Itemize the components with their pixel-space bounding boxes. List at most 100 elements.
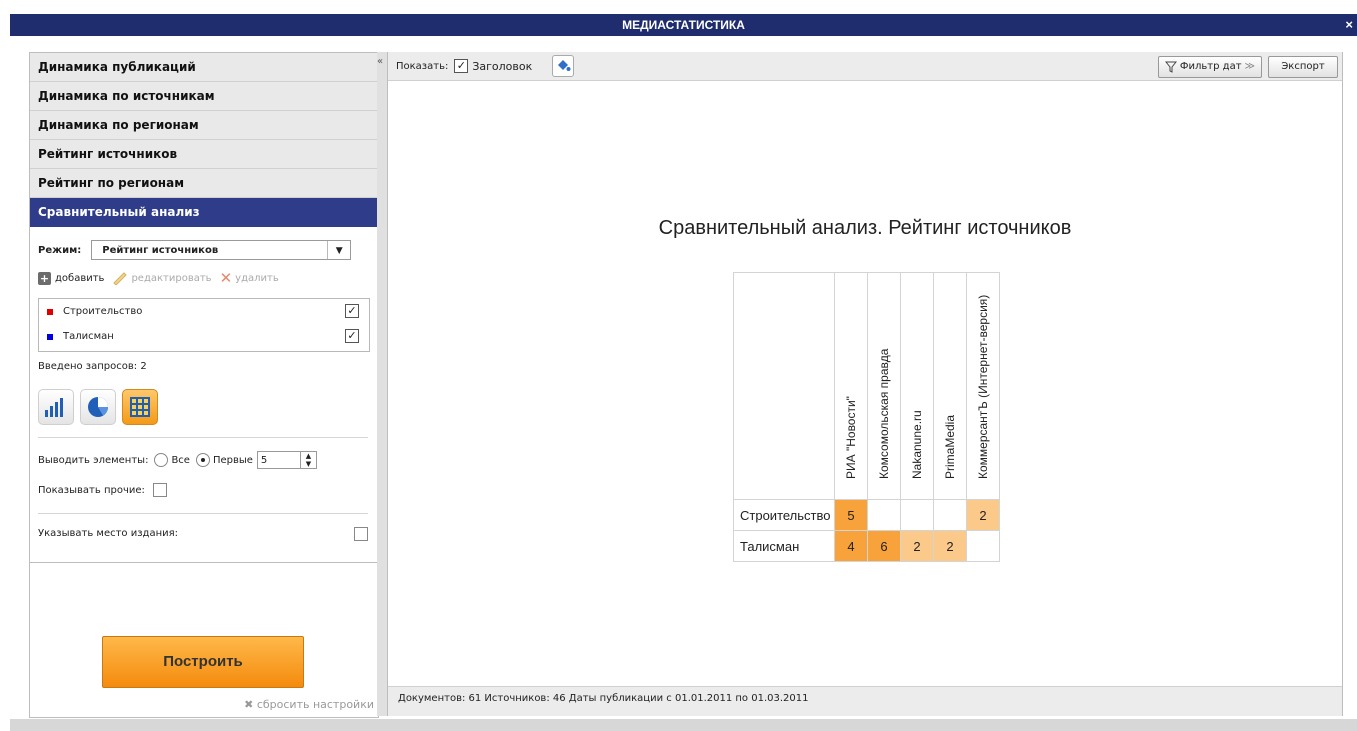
export-button[interactable]: Экспорт bbox=[1268, 56, 1338, 78]
row-header: Строительство bbox=[733, 499, 835, 531]
divider bbox=[38, 437, 368, 438]
show-place-row: Указывать место издания: bbox=[38, 526, 368, 541]
paint-bucket-button[interactable] bbox=[552, 55, 575, 77]
chart-title: Сравнительный анализ. Рейтинг источников bbox=[658, 217, 1072, 239]
chevron-down-icon: ≫ bbox=[1244, 61, 1255, 72]
report-nav: Динамика публикаций Динамика по источника… bbox=[30, 53, 378, 227]
table-row: Строительство 5 2 bbox=[733, 499, 1000, 531]
nav-item[interactable]: Динамика по регионам bbox=[30, 111, 378, 140]
show-place-label: Указывать место издания: bbox=[38, 528, 178, 539]
show-label: Показать: bbox=[396, 60, 449, 72]
column-header: КоммерсантЪ (Интернет-версия) bbox=[966, 272, 1000, 500]
window-titlebar: МЕДИАСТАТИСТИКА × bbox=[10, 14, 1357, 36]
table-cell: 6 bbox=[867, 530, 901, 562]
show-other-checkbox[interactable] bbox=[152, 483, 167, 497]
pencil-icon bbox=[113, 272, 128, 285]
mode-row: Режим: Рейтинг источников ▼ bbox=[38, 239, 352, 261]
table-cell: 2 bbox=[966, 499, 1000, 531]
table-cell: 2 bbox=[900, 530, 934, 562]
query-checkbox[interactable]: ✓ bbox=[345, 304, 359, 318]
window-bottom-bar bbox=[10, 719, 1357, 731]
query-name: Талисман bbox=[63, 331, 114, 342]
color-square-icon bbox=[47, 308, 53, 315]
edit-query-button[interactable]: редактировать bbox=[112, 271, 212, 285]
plus-icon: + bbox=[38, 271, 51, 285]
nav-item[interactable]: Рейтинг источников bbox=[30, 140, 378, 169]
column-header-label: Комсомольская правда bbox=[877, 348, 891, 479]
first-count-input[interactable]: 5 bbox=[256, 451, 301, 469]
edit-label: редактировать bbox=[131, 272, 212, 284]
column-header-label: PrimaMedia bbox=[943, 414, 957, 479]
table-view-button[interactable] bbox=[122, 389, 158, 425]
date-filter-button[interactable]: Фильтр дат ≫ bbox=[1157, 56, 1262, 78]
filter-icon bbox=[1164, 61, 1177, 73]
table-cell bbox=[933, 499, 967, 531]
mode-label: Режим: bbox=[38, 244, 82, 256]
table-cell: 4 bbox=[834, 530, 868, 562]
double-chevron-left-icon[interactable]: « bbox=[377, 56, 383, 67]
query-checkbox[interactable]: ✓ bbox=[345, 329, 359, 343]
column-header: Комсомольская правда bbox=[867, 272, 901, 500]
elements-row: Выводить элементы: Все Первые 5 ▲ ▼ bbox=[38, 451, 317, 469]
status-bar: Документов: 61 Источников: 46 Даты публи… bbox=[388, 686, 1342, 716]
divider bbox=[38, 513, 368, 514]
table-header-row: РИА "Новости" Комсомольская правда Nakanun… bbox=[733, 272, 1000, 500]
chevron-down-icon[interactable]: ▼ bbox=[327, 241, 350, 259]
paint-bucket-icon bbox=[558, 60, 571, 71]
query-actions: + добавить редактировать ✕ удалить bbox=[38, 271, 287, 286]
elements-label: Выводить элементы: bbox=[38, 454, 149, 466]
table-icon bbox=[130, 397, 150, 417]
radio-all[interactable] bbox=[154, 453, 169, 467]
header-label: Заголовок bbox=[472, 59, 533, 73]
rating-table: РИА "Новости" Комсомольская правда Nakanun… bbox=[733, 272, 1000, 562]
show-other-row: Показывать прочие: bbox=[38, 483, 167, 497]
table-cell bbox=[966, 530, 1000, 562]
nav-item[interactable]: Сравнительный анализ bbox=[30, 198, 378, 227]
mode-select-value: Рейтинг источников bbox=[102, 245, 219, 256]
radio-all-label: Все bbox=[171, 454, 190, 466]
bar-chart-icon bbox=[45, 398, 63, 417]
column-header: Nakanune.ru bbox=[900, 272, 934, 500]
query-list: Строительство ✓ Талисман ✓ bbox=[38, 298, 370, 352]
delete-query-button[interactable]: ✕ удалить bbox=[220, 271, 279, 286]
nav-item[interactable]: Рейтинг по регионам bbox=[30, 169, 378, 198]
show-other-label: Показывать прочие: bbox=[38, 484, 145, 496]
query-item[interactable]: Строительство ✓ bbox=[39, 299, 369, 324]
nav-item[interactable]: Динамика по источникам bbox=[30, 82, 378, 111]
panel-border bbox=[1342, 52, 1343, 716]
toolbar: Показать: ✓ Заголовок Фильтр дат ≫ Экспо… bbox=[388, 52, 1342, 81]
column-header-label: РИА "Новости" bbox=[844, 396, 858, 479]
delete-label: удалить bbox=[235, 272, 279, 284]
column-header-label: Nakanune.ru bbox=[910, 410, 924, 479]
reset-settings-link[interactable]: ✖ сбросить настройки bbox=[244, 698, 374, 711]
query-count: Введено запросов: 2 bbox=[38, 361, 147, 372]
radio-first[interactable] bbox=[195, 453, 210, 467]
table-cell bbox=[900, 499, 934, 531]
table-row: Талисман 4 6 2 2 bbox=[733, 530, 1000, 562]
column-header: PrimaMedia bbox=[933, 272, 967, 500]
first-count-stepper[interactable]: 5 ▲ ▼ bbox=[256, 451, 317, 469]
stepper-arrows-icon[interactable]: ▲ ▼ bbox=[300, 451, 317, 469]
table-cell: 5 bbox=[834, 499, 868, 531]
mode-select[interactable]: Рейтинг источников ▼ bbox=[91, 240, 352, 260]
table-corner bbox=[733, 272, 835, 500]
pie-chart-icon bbox=[88, 397, 108, 417]
show-place-checkbox[interactable] bbox=[354, 526, 368, 541]
row-header: Талисман bbox=[733, 530, 835, 562]
left-panel: Динамика публикаций Динамика по источника… bbox=[29, 52, 379, 718]
pie-chart-view-button[interactable] bbox=[80, 389, 116, 425]
table-cell: 2 bbox=[933, 530, 967, 562]
bar-chart-view-button[interactable] bbox=[38, 389, 74, 425]
date-filter-label: Фильтр дат bbox=[1179, 61, 1242, 72]
view-switcher bbox=[38, 389, 158, 425]
report-canvas: Сравнительный анализ. Рейтинг источников… bbox=[388, 81, 1342, 686]
build-button[interactable]: Построить bbox=[102, 636, 304, 688]
nav-item[interactable]: Динамика публикаций bbox=[30, 53, 378, 82]
radio-first-label: Первые bbox=[212, 454, 253, 466]
column-header: РИА "Новости" bbox=[834, 272, 868, 500]
add-query-button[interactable]: + добавить bbox=[38, 271, 104, 285]
query-item[interactable]: Талисман ✓ bbox=[39, 324, 369, 349]
collapse-panel-handle[interactable]: « bbox=[377, 52, 388, 716]
header-checkbox[interactable]: ✓ bbox=[454, 59, 469, 73]
close-icon[interactable]: × bbox=[1345, 14, 1353, 36]
